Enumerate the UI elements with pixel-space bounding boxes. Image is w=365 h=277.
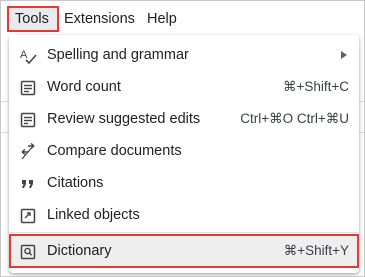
menu-item-compare-documents[interactable]: Compare documents xyxy=(9,135,359,167)
review-edits-icon xyxy=(19,111,37,129)
menu-item-label: Citations xyxy=(47,175,104,191)
menu-item-word-count[interactable]: Word count ⌘+Shift+C xyxy=(9,71,359,103)
tools-dropdown-menu: A Spelling and grammar Word count ⌘+Shif… xyxy=(9,35,359,273)
menu-item-label: Review suggested edits xyxy=(47,111,201,127)
quote-icon xyxy=(19,175,37,193)
menu-item-review-suggested-edits[interactable]: Review suggested edits Ctrl+⌘O Ctrl+⌘U xyxy=(9,103,359,135)
spellcheck-icon: A xyxy=(19,47,37,65)
compare-icon xyxy=(19,143,37,161)
menu-item-dictionary[interactable]: Dictionary ⌘+Shift+Y xyxy=(9,234,359,268)
menu-tools[interactable]: Tools xyxy=(7,6,59,32)
menu-item-label: Linked objects xyxy=(47,207,140,223)
menu-divider xyxy=(9,232,359,233)
shortcut-hint: Ctrl+⌘O Ctrl+⌘U xyxy=(240,111,349,126)
menu-item-linked-objects[interactable]: Linked objects xyxy=(9,199,359,231)
shortcut-hint: ⌘+Shift+C xyxy=(282,79,349,94)
link-icon xyxy=(19,207,37,225)
app-window: Tools Extensions Help A Spelling and gra… xyxy=(0,0,365,277)
svg-text:A: A xyxy=(20,49,28,61)
menu-item-label: Dictionary xyxy=(47,243,112,259)
menu-item-label: Compare documents xyxy=(47,143,182,159)
word-count-icon xyxy=(19,79,37,97)
shortcut-hint: ⌘+Shift+Y xyxy=(283,243,349,258)
menu-help[interactable]: Help xyxy=(141,6,183,32)
menu-item-label: Spelling and grammar xyxy=(47,47,189,63)
menu-item-label: Word count xyxy=(47,79,121,95)
menu-item-spelling-and-grammar[interactable]: A Spelling and grammar xyxy=(9,39,359,71)
menu-bar: Tools Extensions Help xyxy=(1,1,364,35)
dictionary-icon xyxy=(19,243,37,261)
submenu-arrow-icon xyxy=(341,51,347,59)
menu-extensions[interactable]: Extensions xyxy=(58,6,141,32)
menu-item-citations[interactable]: Citations xyxy=(9,167,359,199)
